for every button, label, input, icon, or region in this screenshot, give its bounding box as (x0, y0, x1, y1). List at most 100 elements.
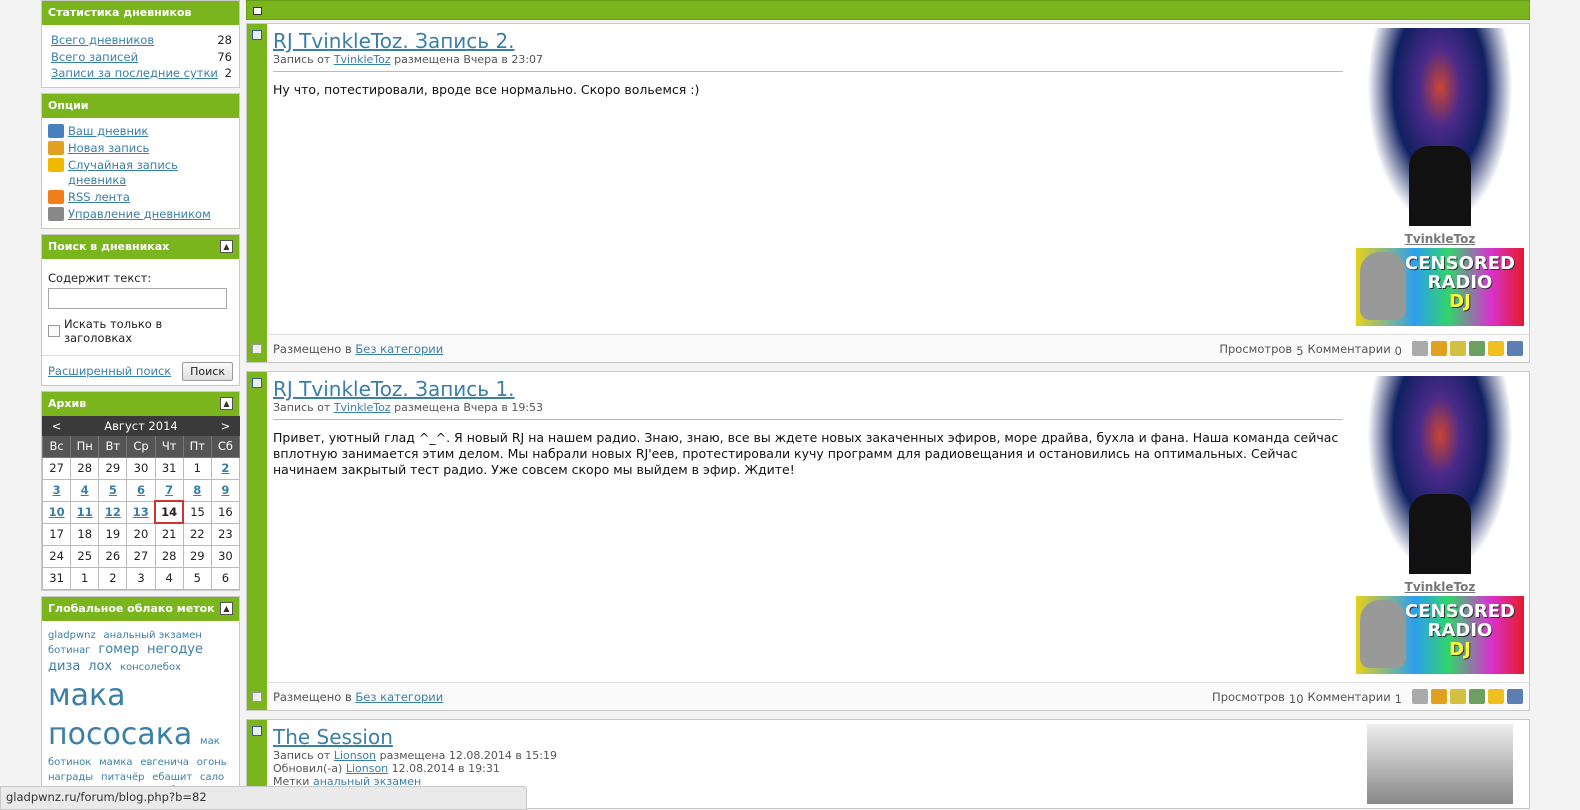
post-author-link[interactable]: Lionson (334, 749, 376, 762)
search-header: Поиск в дневниках ▲ (42, 234, 239, 259)
titles-only-checkbox[interactable] (48, 324, 60, 337)
cloud-tag[interactable]: огонь (197, 757, 227, 768)
archive-calendar: < Август 2014 > Вс Пн Вт Ср Чт Пт Сб 27 28 29 30 31… (41, 415, 241, 590)
next-month-button[interactable]: > (210, 415, 241, 436)
calendar-day[interactable]: 13 (126, 500, 156, 524)
dj-badge: CENSORED RADIO DJ (1356, 248, 1524, 326)
edit-icon[interactable] (1431, 341, 1447, 356)
options-link[interactable]: Управление дневником (68, 207, 211, 222)
options-item[interactable]: Случайная запись дневника (48, 157, 235, 188)
search-button[interactable]: Поиск (182, 361, 233, 381)
warning-icon[interactable] (1488, 341, 1504, 356)
options-link[interactable]: Новая запись (68, 141, 149, 156)
avatar-figure (1409, 146, 1471, 226)
search-input[interactable] (48, 287, 227, 309)
cloud-tag[interactable]: ботинаг (48, 645, 91, 656)
cloud-tag[interactable]: награды (48, 772, 93, 783)
left-sidebar: Статистика дневников Всего дневников 28 Вс… (41, 0, 241, 810)
cloud-tag[interactable]: пососака (48, 717, 192, 752)
post-author-link[interactable]: TvinkleToz (334, 53, 391, 66)
author-username[interactable]: TvinkleToz (1355, 580, 1525, 594)
dropdown-icon[interactable] (253, 7, 262, 15)
options-item[interactable]: Ваш дневник (48, 123, 235, 139)
stats-value: 76 (217, 49, 232, 64)
post-title[interactable]: RJ TvinkleToz. Запись 2. (273, 29, 1343, 53)
collapse-icon[interactable]: ▲ (220, 239, 233, 253)
report-icon[interactable] (1507, 689, 1523, 704)
collapse-icon[interactable]: ▲ (220, 601, 233, 615)
select-checkbox[interactable] (252, 692, 262, 702)
share-icon[interactable] (1469, 341, 1485, 356)
calendar-day: 5 (182, 566, 212, 590)
calendar-day: 17 (41, 522, 72, 546)
advanced-search-link[interactable]: Расширенный поиск (48, 364, 171, 378)
author-username[interactable]: TvinkleToz (1355, 232, 1525, 246)
cloud-tag[interactable]: сало (200, 772, 224, 783)
calendar-day[interactable]: 11 (70, 500, 100, 524)
cloud-tag[interactable]: негодуе (147, 642, 203, 657)
cloud-tag[interactable]: питачёр (101, 772, 144, 783)
user-diary-icon (48, 123, 64, 138)
post-title[interactable]: RJ TvinkleToz. Запись 1. (273, 377, 1343, 401)
select-checkbox[interactable] (252, 344, 262, 354)
avatar[interactable] (1367, 376, 1513, 574)
cloud-tag[interactable]: ебашит (152, 772, 192, 783)
cloud-tag[interactable]: гомер (98, 642, 139, 657)
calendar-day[interactable]: 9 (210, 478, 241, 502)
options-item[interactable]: Управление дневником (48, 206, 235, 222)
avatar[interactable] (1367, 724, 1513, 804)
tag-icon[interactable] (1450, 341, 1466, 356)
titles-only-label: Искать только в заголовках (63, 316, 163, 345)
options-link[interactable]: Случайная запись дневника (68, 158, 235, 188)
prev-month-button[interactable]: < (41, 415, 72, 436)
calendar-day[interactable]: 6 (126, 478, 156, 502)
calendar-day: 28 (154, 544, 184, 568)
updated-by-link[interactable]: Lionson (346, 762, 388, 775)
calendar-day[interactable]: 3 (41, 478, 72, 502)
options-item[interactable]: Новая запись (48, 140, 235, 156)
stats-link[interactable]: Всего дневников (51, 33, 154, 50)
calendar-day[interactable]: 7 (154, 478, 184, 502)
post-meta: Запись от Lionson размещена 12.08.2014 в… (273, 749, 1343, 762)
cloud-tag[interactable]: лох (88, 659, 112, 674)
tag-icon[interactable] (1450, 689, 1466, 704)
warning-icon[interactable] (1488, 689, 1504, 704)
stats-link[interactable]: Записи за последние сутки (51, 66, 218, 83)
cloud-tag[interactable]: мамка (99, 757, 132, 768)
cloud-tag[interactable]: ботинок (48, 757, 91, 768)
collapse-icon[interactable]: ▲ (220, 396, 233, 410)
post-title[interactable]: The Session (273, 725, 1343, 749)
calendar-day: 1 (182, 456, 212, 480)
category-link[interactable]: Без категории (355, 690, 443, 704)
share-icon[interactable] (1469, 689, 1485, 704)
calendar-day[interactable]: 10 (41, 500, 72, 524)
cloud-tag[interactable]: мак (200, 736, 220, 747)
calendar-day: 30 (210, 544, 241, 568)
calendar-day[interactable]: 8 (182, 478, 212, 502)
post-icon (252, 378, 262, 388)
options-link[interactable]: RSS лента (68, 190, 130, 205)
user-icon[interactable] (1412, 689, 1428, 704)
cloud-tag[interactable]: анальный экзамен (104, 630, 202, 641)
calendar-day[interactable]: 12 (98, 500, 128, 524)
cloud-tag[interactable]: диза (48, 659, 80, 674)
meta-prefix: Запись от (273, 53, 331, 66)
options-list: Ваш дневник Новая запись Случайная запись … (42, 118, 239, 228)
calendar-day[interactable]: 4 (70, 478, 100, 502)
user-icon[interactable] (1412, 341, 1428, 356)
category-link[interactable]: Без категории (355, 342, 443, 356)
post-author-link[interactable]: TvinkleToz (334, 401, 391, 414)
badge-line: CENSORED (1405, 601, 1515, 622)
cloud-tag[interactable]: gladpwnz (48, 630, 96, 641)
calendar-day[interactable]: 2 (210, 456, 241, 480)
calendar-day[interactable]: 5 (98, 478, 128, 502)
options-link[interactable]: Ваш дневник (68, 124, 148, 139)
cloud-tag[interactable]: мака (48, 678, 126, 713)
edit-icon[interactable] (1431, 689, 1447, 704)
report-icon[interactable] (1507, 341, 1523, 356)
cloud-tag[interactable]: консолебох (120, 662, 181, 673)
cloud-tag[interactable]: евгенича (140, 757, 189, 768)
avatar[interactable] (1367, 28, 1513, 226)
options-item[interactable]: RSS лента (48, 189, 235, 205)
stats-link[interactable]: Всего записей (51, 50, 138, 67)
